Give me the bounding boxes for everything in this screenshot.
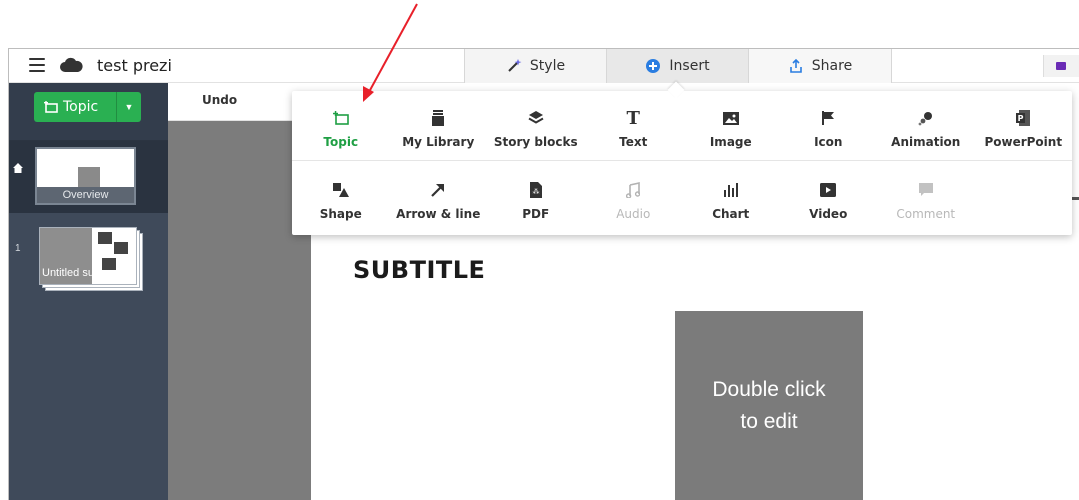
insert-video[interactable]: Video [780, 163, 878, 233]
upload-icon [789, 58, 802, 73]
layers-icon [527, 109, 545, 127]
image-icon [722, 109, 740, 127]
item-label: Animation [891, 135, 961, 149]
comment-icon [917, 181, 935, 199]
thumbnail-shape [78, 167, 100, 187]
chart-icon [722, 181, 740, 199]
animation-icon [917, 109, 935, 127]
insert-comment[interactable]: Comment [877, 163, 975, 233]
hamburger-menu-icon[interactable] [29, 58, 45, 72]
insert-shape[interactable]: Shape [292, 163, 390, 233]
topic-icon [44, 101, 58, 113]
tab-style[interactable]: Style [464, 49, 606, 83]
svg-text:⁂: ⁂ [532, 188, 539, 196]
insert-pdf[interactable]: ⁂ PDF [487, 163, 585, 233]
sidebar: Topic ▼ Overview 1 Untitled subtopic [9, 83, 168, 500]
edit-toolbar: Undo [168, 83, 298, 121]
arrow-icon [429, 181, 447, 199]
thumbnail-square [98, 232, 112, 244]
slide-subtitle[interactable]: SUBTITLE [353, 256, 485, 284]
mode-tabs: Style Insert Share [464, 49, 892, 83]
item-label: Text [619, 135, 648, 149]
video-camera-icon[interactable] [1043, 55, 1079, 77]
thumbnail-square [114, 242, 128, 254]
flag-icon [819, 109, 837, 127]
powerpoint-icon: P [1014, 109, 1032, 127]
plus-circle-icon [646, 59, 661, 73]
slide-label: Untitled subtopic [42, 267, 124, 279]
chevron-down-icon[interactable]: ▼ [117, 102, 141, 112]
insert-image[interactable]: Image [682, 91, 780, 161]
item-label: Image [709, 135, 752, 149]
library-icon [429, 109, 447, 127]
tab-label: Style [529, 58, 566, 74]
overview-thumbnail[interactable]: Overview [35, 147, 136, 205]
pdf-icon: ⁂ [527, 181, 545, 199]
home-icon [13, 163, 23, 173]
slide-thumbnail-stack[interactable]: Untitled subtopic [39, 227, 143, 291]
item-label: PDF [522, 207, 550, 221]
top-bar: test prezi Style Insert Share [9, 49, 1079, 83]
item-label: Arrow & line [396, 207, 481, 221]
item-label: My Library [402, 135, 475, 149]
overview-item[interactable]: Overview [9, 141, 168, 213]
slide-thumbnail: Untitled subtopic [39, 227, 137, 285]
item-label: Icon [814, 135, 843, 149]
add-topic-label: Topic [63, 99, 99, 115]
text-icon: T [626, 107, 640, 129]
tab-insert[interactable]: Insert [606, 49, 748, 83]
insert-menu: Topic My Library Story blocks T Text Ima… [292, 91, 1072, 235]
svg-text:P: P [1018, 114, 1024, 123]
insert-topic[interactable]: Topic [292, 91, 390, 161]
overview-label: Overview [37, 187, 134, 203]
music-icon [624, 181, 642, 199]
item-label: Video [809, 207, 848, 221]
shape-icon [332, 181, 350, 199]
item-label: Comment [896, 207, 956, 221]
wand-icon [508, 59, 522, 72]
insert-powerpoint[interactable]: P PowerPoint [975, 91, 1073, 161]
insert-my-library[interactable]: My Library [390, 91, 488, 161]
cloud-sync-icon[interactable] [59, 56, 83, 74]
slide-item[interactable]: 1 Untitled subtopic [9, 215, 168, 295]
topic-icon [332, 109, 350, 127]
add-topic-main[interactable]: Topic [34, 99, 116, 115]
insert-arrow-line[interactable]: Arrow & line [390, 163, 488, 233]
placeholder-text: Double click to edit [712, 378, 826, 433]
slide-number: 1 [15, 243, 21, 254]
app-window: test prezi Style Insert Share Topic ▼ Ov… [8, 48, 1079, 500]
canvas-background [168, 121, 311, 500]
item-label: PowerPoint [984, 135, 1063, 149]
insert-menu-row: Topic My Library Story blocks T Text Ima… [292, 91, 1072, 161]
insert-story-blocks[interactable]: Story blocks [487, 91, 585, 161]
tab-share[interactable]: Share [748, 49, 892, 83]
item-label: Audio [616, 207, 651, 221]
placeholder-box[interactable]: Double click to edit [675, 311, 863, 500]
insert-chart[interactable]: Chart [682, 163, 780, 233]
insert-text[interactable]: T Text [585, 91, 683, 161]
item-label: Chart [712, 207, 750, 221]
insert-menu-row: Shape Arrow & line ⁂ PDF Audio Chart Vid… [292, 163, 1072, 233]
item-label: Story blocks [493, 135, 578, 149]
insert-icon[interactable]: Icon [780, 91, 878, 161]
video-icon [819, 181, 837, 199]
item-label: Topic [323, 135, 359, 149]
tab-label: Share [811, 58, 853, 74]
insert-animation[interactable]: Animation [877, 91, 975, 161]
add-topic-button[interactable]: Topic ▼ [34, 92, 141, 122]
presentation-title[interactable]: test prezi [97, 56, 172, 75]
item-label: Shape [319, 207, 362, 221]
tab-label: Insert [669, 58, 710, 74]
undo-button[interactable]: Undo [202, 93, 237, 107]
insert-audio[interactable]: Audio [585, 163, 683, 233]
